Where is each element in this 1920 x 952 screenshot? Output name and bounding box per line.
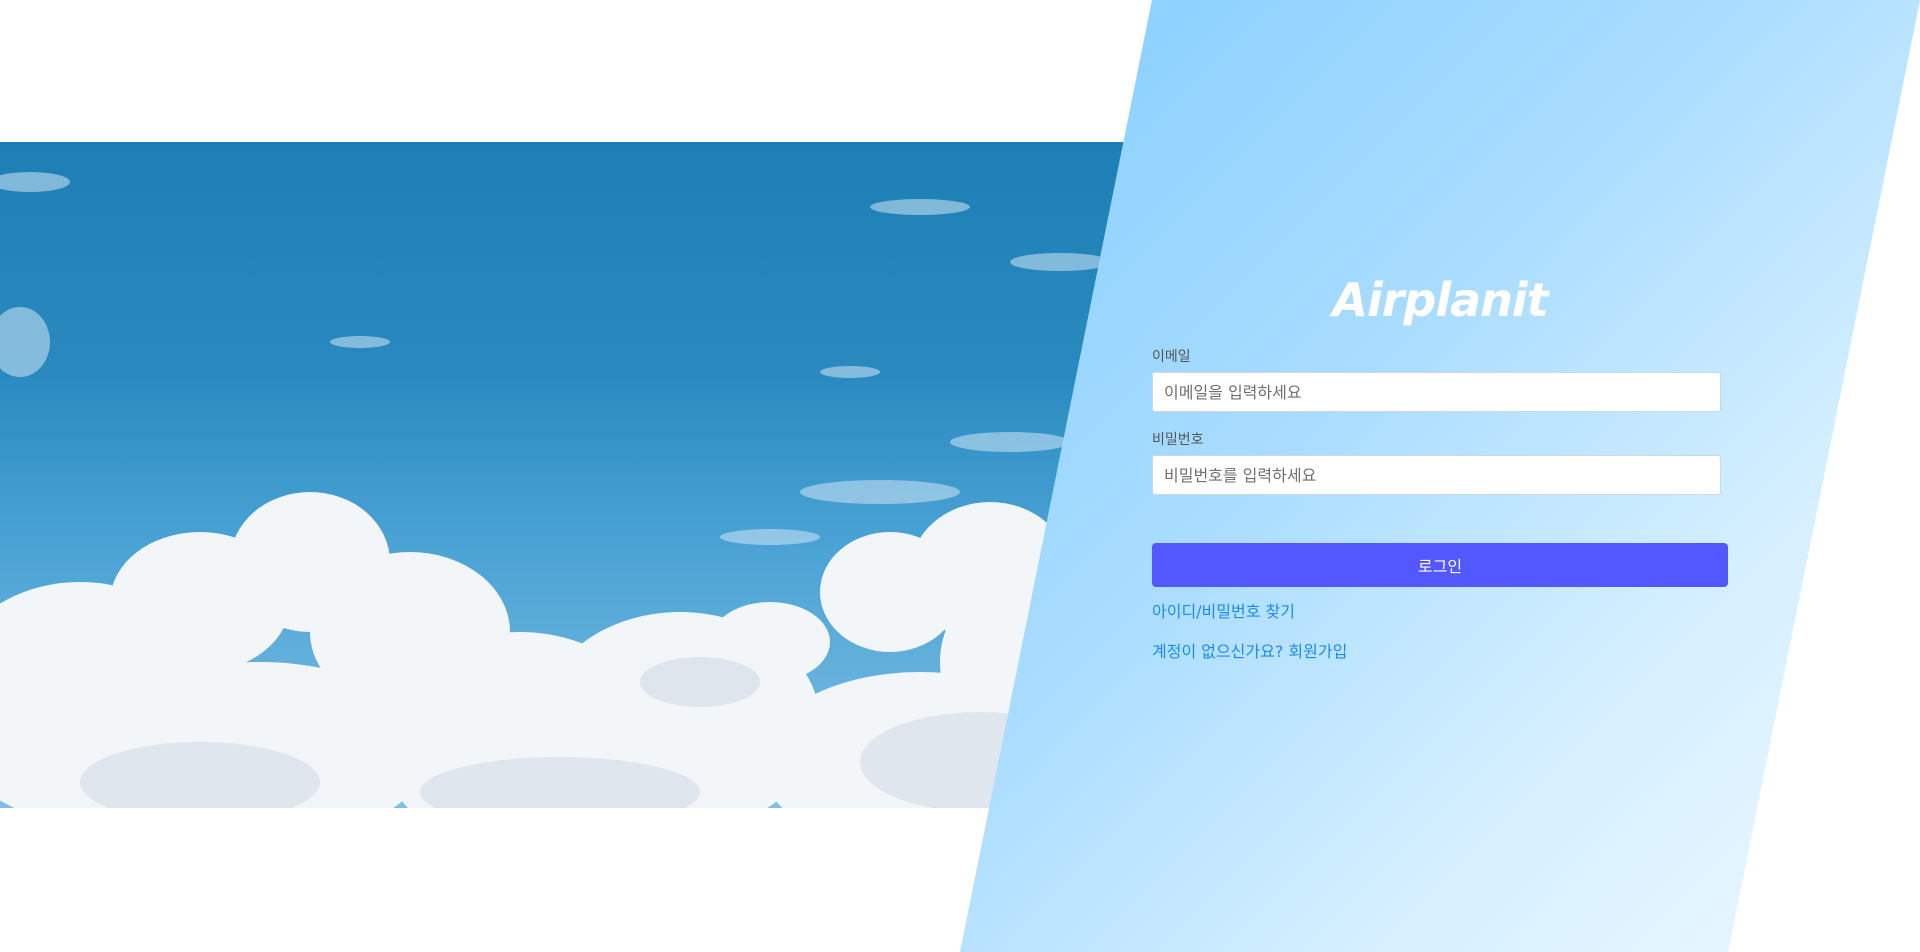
clouds-illustration (0, 172, 1140, 808)
app-logo: Airplanit (1332, 273, 1548, 327)
login-page: Airplanit 이메일 비밀번호 로그인 아이디/비밀번호 찾기 계정이 없… (0, 0, 1920, 952)
login-form: Airplanit 이메일 비밀번호 로그인 아이디/비밀번호 찾기 계정이 없… (1152, 270, 1728, 663)
find-account-link[interactable]: 아이디/비밀번호 찾기 (1152, 601, 1295, 623)
email-label: 이메일 (1152, 349, 1191, 365)
password-label: 비밀번호 (1152, 432, 1204, 448)
password-field-group: 비밀번호 (1152, 431, 1728, 495)
login-button[interactable]: 로그인 (1152, 543, 1728, 587)
email-input[interactable] (1152, 372, 1721, 412)
password-input[interactable] (1152, 455, 1721, 495)
email-field-group: 이메일 (1152, 348, 1728, 412)
sky-clouds-image (0, 142, 1140, 808)
signup-link[interactable]: 계정이 없으신가요? 회원가입 (1152, 641, 1347, 663)
